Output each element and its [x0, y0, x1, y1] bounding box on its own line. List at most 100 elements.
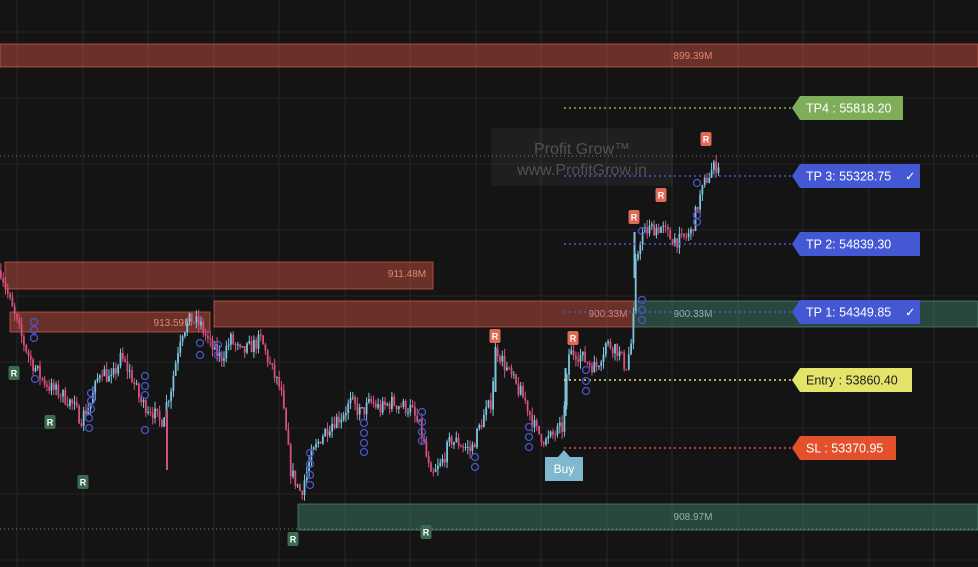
candle-up: [556, 426, 559, 435]
demand-zone-label: 900.33M: [674, 309, 713, 320]
candle-up: [558, 422, 561, 427]
candle-down: [669, 229, 672, 240]
candle-up: [257, 334, 260, 349]
candle-down: [692, 229, 695, 232]
candle-down: [450, 436, 453, 445]
candle-up: [402, 400, 405, 407]
candle-down: [384, 401, 386, 405]
candle-up: [687, 233, 690, 238]
candle-down: [202, 321, 205, 334]
candle-down: [121, 352, 124, 360]
pivot-circle: [195, 350, 205, 360]
pivot-circle: [470, 462, 480, 472]
candle-down: [46, 384, 48, 387]
candle-up: [351, 397, 354, 399]
candle-down: [715, 161, 718, 173]
candle-up: [82, 410, 85, 426]
candle-up: [441, 458, 444, 464]
candle-down: [462, 446, 465, 448]
candle-up: [347, 403, 350, 414]
candle-up: [377, 404, 379, 408]
candle-up: [446, 442, 448, 463]
candle-down: [591, 365, 593, 373]
buy-signal-label: Buy: [554, 462, 575, 476]
candle-up: [200, 321, 202, 326]
candle-down: [510, 367, 513, 375]
candle-down: [149, 411, 152, 413]
candle-up: [181, 336, 184, 342]
supply-zone: [4, 261, 434, 290]
candle-up: [303, 480, 306, 496]
candle-up: [36, 365, 39, 368]
candle-up: [147, 411, 149, 413]
candle-down: [680, 233, 683, 235]
pivot-circle: [581, 365, 591, 375]
candle-down: [266, 350, 269, 363]
candle-down: [370, 398, 373, 402]
candle-down: [301, 490, 304, 496]
candle-up: [614, 344, 616, 354]
candle-up: [184, 332, 186, 337]
price-chart[interactable]: 899.39M911.48M913.59M900.33M 900.33M908.9…: [0, 0, 978, 567]
candle-down: [193, 322, 195, 324]
candle-up: [409, 405, 412, 413]
candle-up: [453, 442, 455, 445]
candle-up: [434, 469, 437, 472]
candle-down: [667, 226, 669, 230]
candle-down: [586, 362, 589, 364]
candle-down: [85, 410, 87, 415]
candle-down: [584, 351, 586, 363]
candle-down: [457, 437, 460, 446]
candle-up: [135, 383, 138, 385]
candle-down: [216, 343, 218, 357]
candle-down: [354, 397, 356, 404]
candle-down: [623, 352, 626, 370]
candle-up: [342, 415, 345, 420]
candle-down: [78, 405, 80, 424]
candle-down: [529, 411, 531, 415]
candle-up: [248, 340, 251, 344]
candle-down: [552, 431, 554, 435]
candle-up: [448, 436, 451, 443]
candle-down: [234, 343, 237, 345]
resistance-marker-label: R: [631, 213, 638, 223]
candle-up: [630, 343, 632, 355]
watermark: Profit Grow™ www.ProfitGrow.in: [491, 128, 673, 186]
candle-down: [161, 419, 163, 427]
candle-down: [6, 288, 9, 294]
candle-down: [271, 363, 274, 365]
pivot-circle: [692, 210, 702, 220]
candle-down: [11, 297, 14, 307]
candle-down: [156, 408, 159, 412]
candle-up: [112, 368, 115, 375]
candle-up: [717, 167, 720, 173]
candle-up: [55, 384, 57, 390]
candle-down: [23, 336, 25, 346]
candle-up: [506, 367, 508, 371]
candle-down: [207, 335, 209, 338]
candle-up: [471, 444, 474, 451]
candle-up: [598, 366, 600, 368]
supply-zone-label: 900.33M: [589, 309, 628, 320]
candle-up: [225, 346, 228, 359]
candle-down: [287, 429, 290, 445]
trade-level-labels: TP4 : 55818.20 TP 3: 55328.75 ✓ TP 2: 54839…: [792, 96, 920, 460]
candle-up: [368, 398, 370, 403]
pivot-circle: [524, 432, 534, 442]
candle-down: [13, 306, 16, 314]
candle-up: [568, 354, 570, 375]
sl-level-label-text: SL : 53370.95: [806, 442, 883, 456]
candle-down: [480, 425, 483, 428]
pivot-circle: [524, 442, 534, 452]
candle-down: [80, 423, 83, 426]
candle-down: [508, 367, 511, 369]
candle-up: [519, 386, 522, 395]
candle-up: [579, 355, 582, 362]
candle-up: [547, 435, 550, 439]
candle-down: [503, 355, 506, 371]
candle-up: [128, 370, 131, 372]
candle-up: [593, 361, 596, 373]
pivot-circle: [86, 388, 96, 398]
candle-down: [126, 361, 129, 372]
candle-down: [416, 415, 419, 422]
